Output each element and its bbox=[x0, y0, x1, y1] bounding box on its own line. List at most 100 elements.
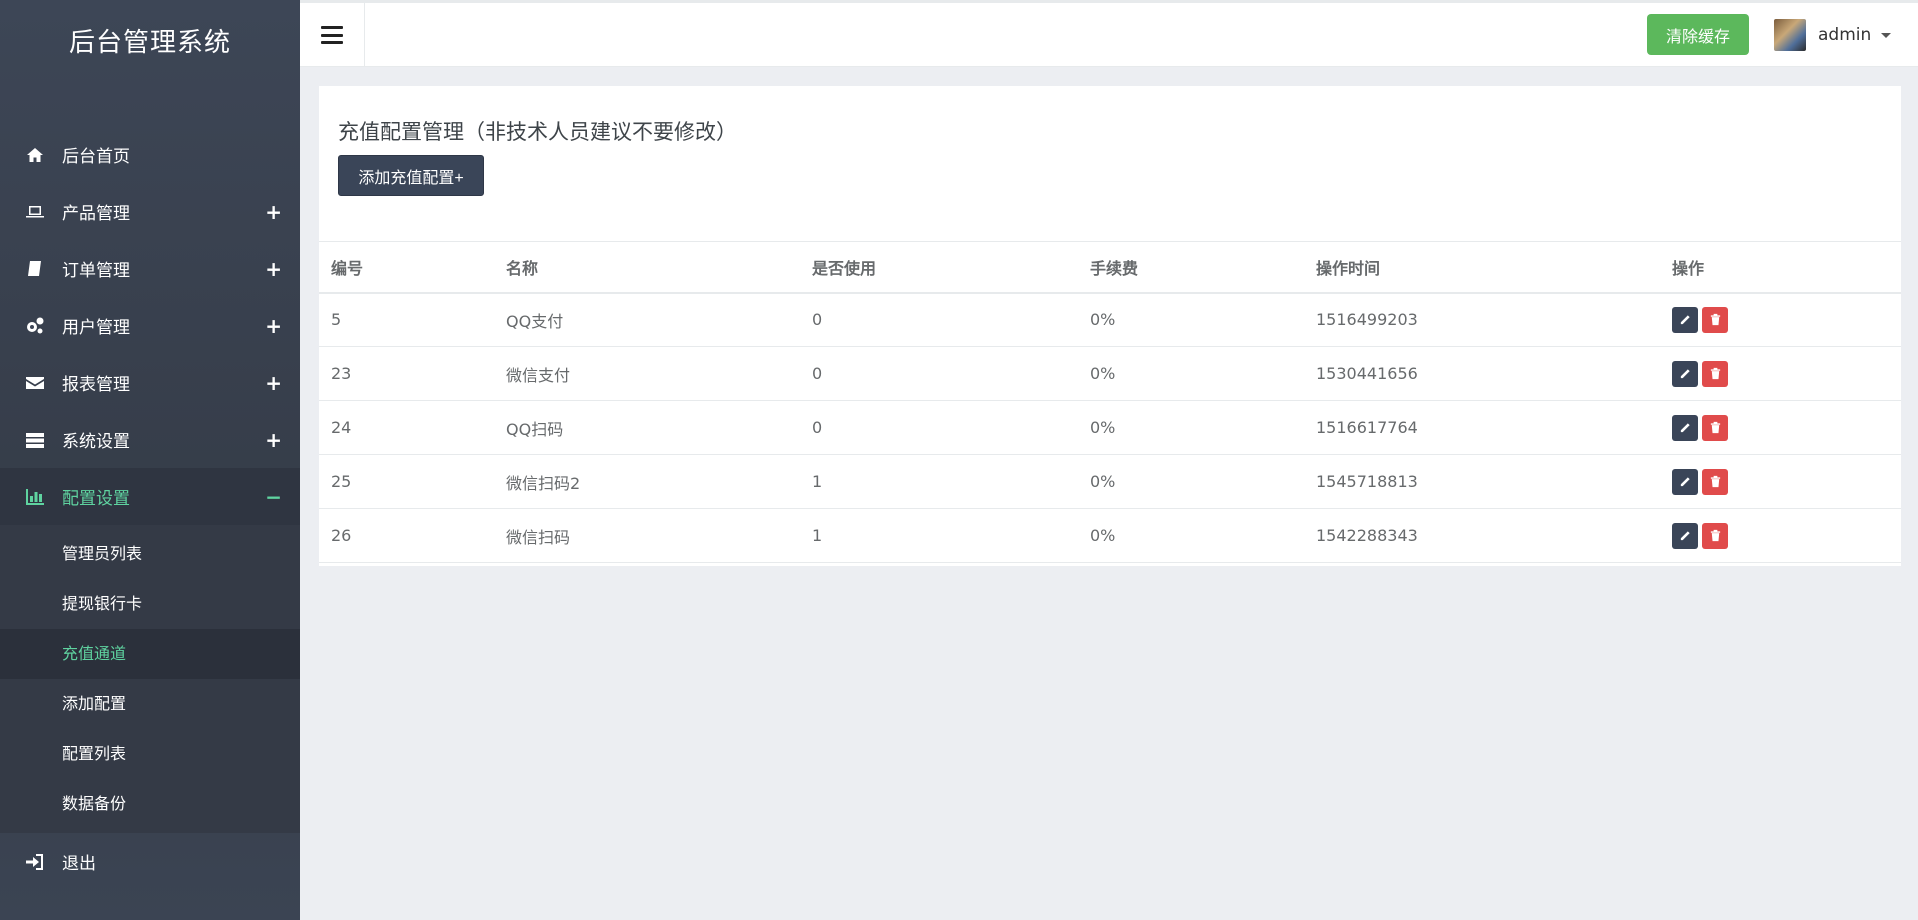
delete-button[interactable] bbox=[1702, 360, 1728, 387]
table-row: 25 微信扫码2 1 0% 1545718813 bbox=[319, 455, 1901, 509]
sidebar-item-label: 退出 bbox=[62, 854, 96, 874]
sidebar-item-label: 产品管理 bbox=[62, 204, 130, 224]
cell-id: 26 bbox=[331, 526, 352, 545]
clear-cache-button[interactable]: 清除缓存 bbox=[1647, 14, 1749, 55]
submenu-item-admin-list[interactable]: 管理员列表 bbox=[0, 529, 300, 579]
delete-button[interactable] bbox=[1702, 468, 1728, 495]
recharge-config-table: 编号 名称 是否使用 手续费 操作时间 操作 5 QQ支付 0 0% 15164… bbox=[319, 241, 1901, 563]
cell-id: 5 bbox=[331, 310, 342, 330]
cell-name: 微信支付 bbox=[506, 365, 571, 385]
cell-id: 23 bbox=[331, 364, 352, 383]
cell-in-use: 0 bbox=[812, 310, 823, 330]
cell-in-use: 0 bbox=[812, 418, 823, 437]
cell-fee: 0% bbox=[1090, 310, 1116, 330]
trash-icon bbox=[1710, 421, 1720, 434]
cell-time: 1516617764 bbox=[1316, 418, 1418, 437]
expand-icon[interactable]: + bbox=[265, 314, 282, 338]
brand-title: 后台管理系统 bbox=[68, 28, 231, 58]
sidebar-item-home[interactable]: 后台首页 bbox=[0, 126, 300, 183]
table-header-row: 编号 名称 是否使用 手续费 操作时间 操作 bbox=[319, 241, 1901, 293]
expand-icon[interactable]: + bbox=[265, 257, 282, 281]
expand-icon[interactable]: + bbox=[265, 200, 282, 224]
delete-button[interactable] bbox=[1702, 306, 1728, 333]
hamburger-icon bbox=[321, 26, 343, 44]
sidebar-menu: 后台首页 产品管理 + 订单管理 + 用户管理 + 报表管理 + 系统设置 + … bbox=[0, 126, 300, 890]
sidebar-item-users[interactable]: 用户管理 + bbox=[0, 297, 300, 354]
config-submenu: 管理员列表 提现银行卡 充值通道 添加配置 配置列表 数据备份 bbox=[0, 525, 300, 833]
cell-actions bbox=[1660, 509, 1901, 563]
cell-actions bbox=[1660, 455, 1901, 509]
cell-time: 1545718813 bbox=[1316, 472, 1418, 491]
page-title: 充值配置管理（非技术人员建议不要修改） bbox=[338, 120, 737, 144]
sidebar: 后台管理系统 后台首页 产品管理 + 订单管理 + 用户管理 + 报表管理 + … bbox=[0, 0, 300, 920]
content-panel: 充值配置管理（非技术人员建议不要修改） 添加充值配置+ 编号 名称 是否使用 手… bbox=[319, 86, 1901, 566]
edit-button[interactable] bbox=[1672, 468, 1698, 495]
delete-button[interactable] bbox=[1702, 414, 1728, 441]
column-header-name: 名称 bbox=[506, 258, 539, 278]
sign-out-icon bbox=[24, 851, 46, 873]
sidebar-item-label: 报表管理 bbox=[62, 375, 130, 395]
add-recharge-config-button[interactable]: 添加充值配置+ bbox=[338, 155, 484, 196]
user-menu[interactable]: admin bbox=[1774, 18, 1892, 52]
book-icon bbox=[24, 258, 46, 280]
delete-button[interactable] bbox=[1702, 522, 1728, 549]
cell-time: 1542288343 bbox=[1316, 526, 1418, 545]
cell-fee: 0% bbox=[1090, 364, 1116, 383]
bar-chart-icon bbox=[24, 486, 46, 508]
column-header-id: 编号 bbox=[331, 258, 364, 278]
pencil-icon bbox=[1680, 477, 1690, 487]
expand-icon[interactable]: + bbox=[265, 428, 282, 452]
cell-in-use: 1 bbox=[812, 472, 823, 491]
caret-down-icon bbox=[1881, 32, 1892, 38]
sidebar-item-reports[interactable]: 报表管理 + bbox=[0, 354, 300, 411]
edit-button[interactable] bbox=[1672, 414, 1698, 441]
cell-time: 1530441656 bbox=[1316, 364, 1418, 383]
envelope-icon bbox=[24, 372, 46, 394]
sidebar-item-label: 后台首页 bbox=[62, 147, 130, 167]
trash-icon bbox=[1710, 475, 1720, 488]
sidebar-item-orders[interactable]: 订单管理 + bbox=[0, 240, 300, 297]
column-header-in-use: 是否使用 bbox=[812, 258, 877, 278]
cell-name: 微信扫码 bbox=[506, 527, 571, 547]
collapse-icon[interactable]: − bbox=[265, 485, 282, 509]
gears-icon bbox=[24, 315, 46, 337]
cell-actions bbox=[1660, 293, 1901, 347]
sidebar-item-system-settings[interactable]: 系统设置 + bbox=[0, 411, 300, 468]
submenu-item-config-list[interactable]: 配置列表 bbox=[0, 729, 300, 779]
trash-icon bbox=[1710, 314, 1720, 326]
cell-fee: 0% bbox=[1090, 418, 1116, 437]
sidebar-item-logout[interactable]: 退出 bbox=[0, 833, 300, 890]
expand-icon[interactable]: + bbox=[265, 371, 282, 395]
edit-button[interactable] bbox=[1672, 306, 1698, 333]
username: admin bbox=[1818, 25, 1872, 45]
cell-name: QQ支付 bbox=[506, 311, 564, 331]
cell-actions bbox=[1660, 401, 1901, 455]
cell-time: 1516499203 bbox=[1316, 310, 1418, 330]
laptop-icon bbox=[24, 201, 46, 223]
sidebar-item-config-settings[interactable]: 配置设置 − bbox=[0, 468, 300, 525]
table-row: 24 QQ扫码 0 0% 1516617764 bbox=[319, 401, 1901, 455]
home-icon bbox=[24, 144, 46, 166]
submenu-item-add-config[interactable]: 添加配置 bbox=[0, 679, 300, 729]
pencil-icon bbox=[1680, 423, 1690, 433]
menu-toggle-button[interactable] bbox=[300, 3, 365, 67]
column-header-time: 操作时间 bbox=[1316, 258, 1381, 278]
column-header-fee: 手续费 bbox=[1090, 258, 1139, 278]
trash-icon bbox=[1710, 529, 1720, 542]
edit-button[interactable] bbox=[1672, 522, 1698, 549]
submenu-item-bank-cards[interactable]: 提现银行卡 bbox=[0, 579, 300, 629]
sidebar-item-label: 配置设置 bbox=[62, 489, 130, 509]
pencil-icon bbox=[1680, 369, 1690, 379]
submenu-item-recharge-channel[interactable]: 充值通道 bbox=[0, 629, 300, 679]
table-row: 5 QQ支付 0 0% 1516499203 bbox=[319, 293, 1901, 347]
edit-button[interactable] bbox=[1672, 360, 1698, 387]
cell-name: 微信扫码2 bbox=[506, 473, 581, 493]
pencil-icon bbox=[1680, 531, 1690, 541]
sidebar-item-label: 系统设置 bbox=[62, 432, 130, 452]
top-navbar: 清除缓存 admin bbox=[300, 3, 1918, 67]
table-row: 23 微信支付 0 0% 1530441656 bbox=[319, 347, 1901, 401]
cell-name: QQ扫码 bbox=[506, 419, 564, 439]
sidebar-item-label: 订单管理 bbox=[62, 261, 130, 281]
submenu-item-data-backup[interactable]: 数据备份 bbox=[0, 779, 300, 829]
sidebar-item-products[interactable]: 产品管理 + bbox=[0, 183, 300, 240]
